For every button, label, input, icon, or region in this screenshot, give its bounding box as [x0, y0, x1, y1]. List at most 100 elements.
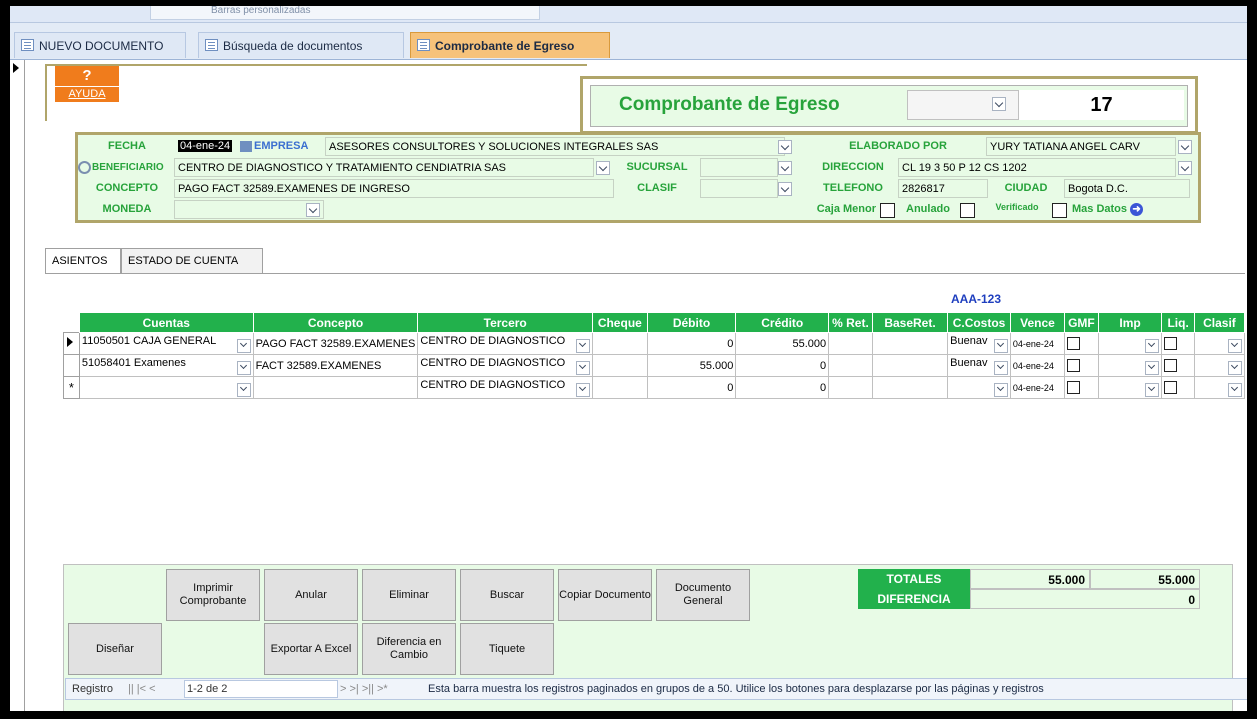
cell-tercero[interactable]: CENTRO DE DIAGNOSTICO	[417, 354, 593, 377]
chevron-down-icon[interactable]	[596, 161, 610, 175]
chevron-down-icon[interactable]	[576, 382, 590, 397]
cell-concepto[interactable]	[252, 376, 419, 399]
buscar-button[interactable]: Buscar	[460, 569, 554, 621]
tab-busqueda-documentos[interactable]: Búsqueda de documentos	[198, 32, 404, 58]
cell-vence[interactable]: 04-ene-24	[1009, 332, 1066, 355]
cell-cheque[interactable]	[592, 332, 648, 355]
cell-credito[interactable]: 0	[735, 354, 830, 377]
search-icon[interactable]	[78, 160, 91, 174]
cell-clasif[interactable]	[1193, 354, 1246, 377]
liq-checkbox[interactable]	[1164, 359, 1178, 372]
concepto-field[interactable]: PAGO FACT 32589.EXAMENES DE INGRESO	[174, 179, 614, 198]
cell-cheque[interactable]	[592, 354, 648, 377]
row-selector[interactable]	[63, 332, 80, 355]
cell-liq[interactable]	[1161, 332, 1195, 355]
col-tercero[interactable]: Tercero	[417, 312, 593, 333]
cell-cuenta[interactable]: 51058401 Examenes	[78, 354, 254, 377]
chevron-down-icon[interactable]	[778, 140, 792, 154]
nav-next-last-buttons[interactable]: > >| >|| >*	[340, 679, 388, 699]
empresa-field[interactable]: ASESORES CONSULTORES Y SOLUCIONES INTEGR…	[325, 137, 785, 156]
gmf-checkbox[interactable]	[1067, 337, 1081, 350]
cell-cuenta[interactable]: 11050501 CAJA GENERAL	[78, 332, 254, 355]
document-number[interactable]: 17	[1019, 90, 1184, 120]
direccion-field[interactable]: CL 19 3 50 P 12 CS 1202	[898, 158, 1176, 177]
chevron-down-icon[interactable]	[992, 97, 1006, 111]
fecha-field[interactable]: 04-ene-24	[178, 137, 238, 156]
chevron-down-icon[interactable]	[993, 338, 1008, 353]
cell-gmf[interactable]	[1064, 332, 1099, 355]
col-cheque[interactable]: Cheque	[592, 312, 648, 333]
cell-ret[interactable]	[828, 354, 873, 377]
chevron-down-icon[interactable]	[778, 161, 792, 175]
cell-tercero[interactable]: CENTRO DE DIAGNOSTICO	[417, 376, 593, 399]
row-selector[interactable]	[63, 354, 80, 377]
cell-cuenta[interactable]	[78, 376, 254, 399]
col-ccostos[interactable]: C.Costos	[947, 312, 1011, 333]
imprimir-comprobante-button[interactable]: Imprimir Comprobante	[166, 569, 260, 621]
ribbon-fragment[interactable]: Barras personalizadas	[150, 6, 540, 20]
copiar-documento-button[interactable]: Copiar Documento	[558, 569, 652, 621]
cell-vence[interactable]: 04-ene-24	[1009, 354, 1066, 377]
cell-liq[interactable]	[1161, 354, 1195, 377]
elaborado-field[interactable]: YURY TATIANA ANGEL CARV	[986, 137, 1176, 156]
cell-tercero[interactable]: CENTRO DE DIAGNOSTICO	[417, 332, 593, 355]
nav-first-prev-buttons[interactable]: || |< <	[128, 679, 156, 699]
chevron-down-icon[interactable]	[1145, 360, 1160, 375]
col-liq[interactable]: Liq.	[1161, 312, 1195, 333]
new-record-marker[interactable]: *	[63, 376, 80, 399]
tab-estado-de-cuenta[interactable]: ESTADO DE CUENTA	[121, 248, 263, 273]
eliminar-button[interactable]: Eliminar	[362, 569, 456, 621]
chevron-down-icon[interactable]	[1178, 161, 1192, 175]
caja-menor-checkbox[interactable]	[880, 203, 895, 218]
cell-credito[interactable]: 55.000	[735, 332, 830, 355]
documento-general-button[interactable]: Documento General	[656, 569, 750, 621]
chevron-down-icon[interactable]	[993, 382, 1008, 397]
table-row[interactable]: 11050501 CAJA GENERAL PAGO FACT 32589.EX…	[63, 332, 1246, 355]
cell-ccostos[interactable]: Buenaventura	[947, 332, 1011, 355]
col-ret[interactable]: % Ret.	[828, 312, 873, 333]
cell-credito[interactable]: 0	[735, 376, 830, 399]
cell-vence[interactable]: 04-ene-24	[1009, 376, 1066, 399]
cell-debito[interactable]: 55.000	[646, 354, 737, 377]
col-gmf[interactable]: GMF	[1064, 312, 1099, 333]
calendar-icon[interactable]	[240, 140, 252, 152]
anulado-checkbox[interactable]	[960, 203, 975, 218]
col-concepto[interactable]: Concepto	[252, 312, 419, 333]
table-row[interactable]: 51058401 Examenes FACT 32589.EXAMENES CE…	[63, 354, 1246, 377]
cell-debito[interactable]: 0	[646, 332, 737, 355]
cell-imp[interactable]	[1097, 376, 1163, 399]
cell-ccostos[interactable]: Buenaventura	[947, 354, 1011, 377]
cell-liq[interactable]	[1161, 376, 1195, 399]
tab-asientos[interactable]: ASIENTOS	[45, 248, 121, 274]
chevron-down-icon[interactable]	[1145, 338, 1160, 353]
gmf-checkbox[interactable]	[1067, 381, 1081, 394]
gmf-checkbox[interactable]	[1067, 359, 1081, 372]
ciudad-field[interactable]: Bogota D.C.	[1064, 179, 1190, 198]
cell-ret[interactable]	[828, 376, 873, 399]
liq-checkbox[interactable]	[1164, 381, 1178, 394]
moneda-field[interactable]	[174, 200, 324, 219]
exportar-excel-button[interactable]: Exportar A Excel	[264, 623, 358, 675]
cell-gmf[interactable]	[1064, 376, 1099, 399]
col-imp[interactable]: Imp	[1097, 312, 1163, 333]
beneficiario-field[interactable]: CENTRO DE DIAGNOSTICO Y TRATAMIENTO CEND…	[174, 158, 594, 177]
disenar-button[interactable]: Diseñar	[68, 623, 162, 675]
chevron-down-icon[interactable]	[306, 203, 320, 217]
cell-debito[interactable]: 0	[646, 376, 737, 399]
chevron-down-icon[interactable]	[236, 338, 251, 353]
chevron-down-icon[interactable]	[1228, 338, 1242, 353]
chevron-down-icon[interactable]	[1228, 360, 1242, 375]
mas-datos-link[interactable]: Mas Datos ➜	[1072, 200, 1192, 219]
diferencia-cambio-button[interactable]: Diferencia en Cambio	[362, 623, 456, 675]
table-row-new[interactable]: * CENTRO DE DIAGNOSTICO 0 0 04-ene-24	[63, 376, 1246, 399]
cell-concepto[interactable]: PAGO FACT 32589.EXAMENES	[252, 332, 419, 355]
cell-concepto[interactable]: FACT 32589.EXAMENES	[252, 354, 419, 377]
record-position-input[interactable]: 1-2 de 2	[184, 680, 338, 698]
verificado-checkbox[interactable]	[1052, 203, 1067, 218]
col-baseret[interactable]: BaseRet.	[871, 312, 949, 333]
help-button[interactable]: ? AYUDA	[55, 66, 119, 106]
tab-comprobante-egreso[interactable]: Comprobante de Egreso	[410, 32, 610, 58]
clasif-field[interactable]	[700, 179, 778, 198]
tab-nuevo-documento[interactable]: NUEVO DOCUMENTO	[14, 32, 186, 58]
record-selector-bar[interactable]	[10, 60, 25, 711]
